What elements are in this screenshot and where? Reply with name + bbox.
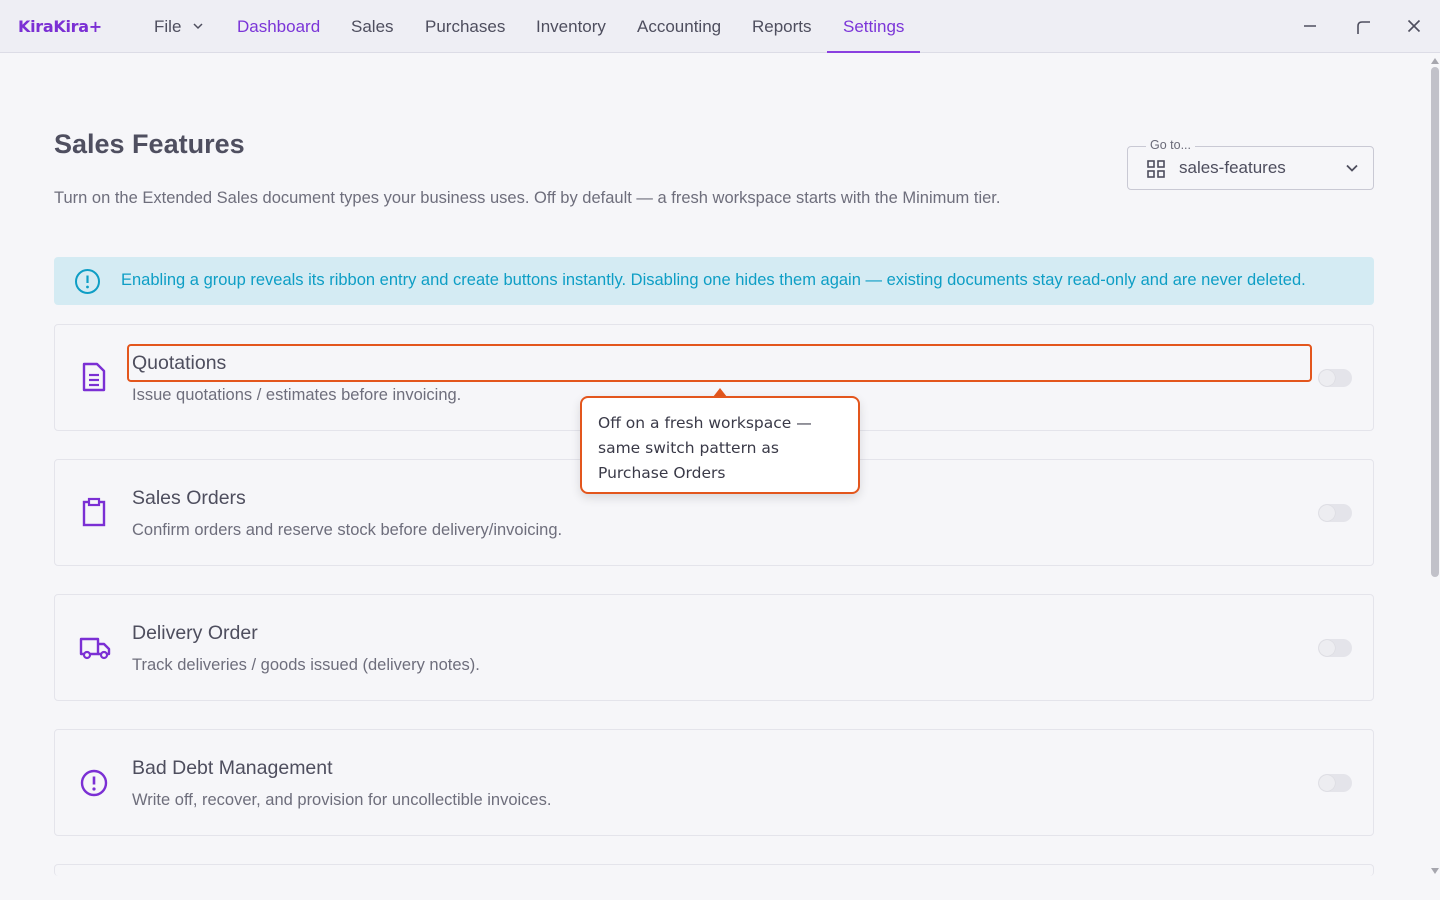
menu-sales[interactable]: Sales: [351, 0, 394, 52]
restore-icon[interactable]: [1351, 14, 1375, 38]
feature-subtitle: Write off, recover, and provision for un…: [132, 791, 552, 809]
feature-toggle-delivery-order[interactable]: [1318, 639, 1352, 657]
menu-reports[interactable]: Reports: [752, 0, 812, 52]
truck-icon: [79, 637, 111, 660]
feature-card-bad-debt: Bad Debt Management Write off, recover, …: [54, 729, 1374, 836]
scrollbar-thumb[interactable]: [1431, 67, 1439, 577]
feature-title: Delivery Order: [132, 622, 258, 644]
minimize-icon[interactable]: [1298, 14, 1322, 38]
feature-subtitle: Confirm orders and reserve stock before …: [132, 521, 563, 539]
menu-inventory[interactable]: Inventory: [536, 0, 606, 52]
feature-title: Sales Orders: [132, 487, 246, 509]
feature-title: Bad Debt Management: [132, 757, 333, 779]
grid-icon: [1147, 160, 1165, 178]
banner-text: Enabling a group reveals its ribbon entr…: [121, 271, 1306, 289]
app-logo: KiraKira+: [18, 17, 102, 36]
tooltip-text: Off on a fresh workspace — same switch p…: [598, 414, 812, 482]
goto-select[interactable]: Go to... sales-features: [1127, 138, 1374, 190]
feature-toggle-sales-orders[interactable]: [1318, 504, 1352, 522]
menu-file[interactable]: File: [154, 0, 204, 52]
menu-dashboard[interactable]: Dashboard: [237, 0, 320, 52]
chevron-down-icon: [1346, 164, 1358, 172]
info-icon: [75, 269, 100, 294]
scroll-up-icon[interactable]: [1431, 58, 1439, 64]
quotations-highlight: [127, 344, 1312, 382]
hint-tooltip: Off on a fresh workspace — same switch p…: [580, 396, 860, 494]
feature-subtitle: Issue quotations / estimates before invo…: [132, 386, 462, 404]
feature-toggle-bad-debt[interactable]: [1318, 774, 1352, 792]
alert-circle-icon: [80, 769, 108, 797]
page-description: Turn on the Extended Sales document type…: [54, 189, 1001, 207]
feature-card-delivery-order: Delivery Order Track deliveries / goods …: [54, 594, 1374, 701]
menu-settings[interactable]: Settings: [827, 0, 921, 53]
chevron-down-icon: [193, 23, 203, 30]
close-icon[interactable]: [1402, 14, 1426, 38]
page-title: Sales Features: [54, 129, 245, 159]
top-bar: KiraKira+ File Dashboard Sales Purchases…: [0, 0, 1440, 53]
goto-label: Go to...: [1146, 138, 1195, 152]
document-icon: [82, 362, 106, 392]
feature-card-partial: [54, 864, 1374, 876]
goto-value: sales-features: [1179, 158, 1286, 177]
feature-toggle-quotations[interactable]: [1318, 369, 1352, 387]
info-banner: Enabling a group reveals its ribbon entr…: [54, 257, 1374, 305]
menu-file-label: File: [154, 17, 182, 36]
menu-purchases[interactable]: Purchases: [425, 0, 505, 52]
scroll-down-icon[interactable]: [1431, 868, 1439, 874]
clipboard-icon: [82, 497, 106, 527]
feature-subtitle: Track deliveries / goods issued (deliver…: [132, 656, 480, 674]
menu-accounting[interactable]: Accounting: [637, 0, 721, 52]
